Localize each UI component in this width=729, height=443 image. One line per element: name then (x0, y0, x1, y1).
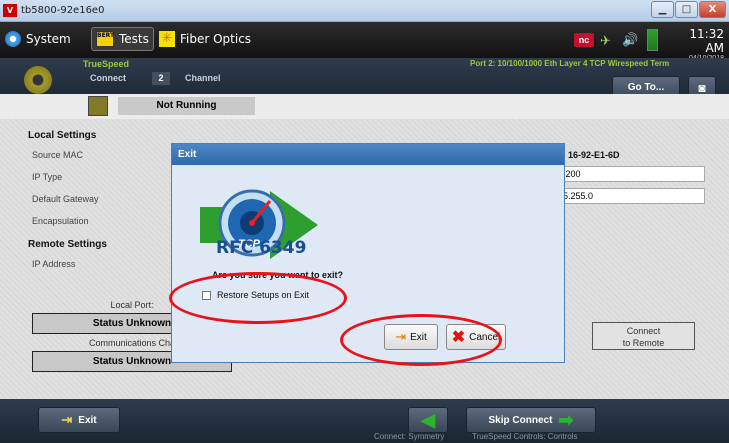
window-title-bar: V tb5800-92e16e0 ▁ □ X (0, 0, 729, 22)
connect-to-remote-line2: to Remote (622, 338, 665, 348)
connect-to-remote-button[interactable]: Connect to Remote (592, 322, 695, 350)
subnet-mask-field[interactable]: 55.255.0 (555, 188, 705, 204)
footer-controls-text: TrueSpeed Controls: Controls (472, 432, 578, 441)
ip-address-label: IP Address (32, 259, 76, 269)
status-bar: Not Running (0, 94, 729, 119)
speaker-icon[interactable]: 🔊 (622, 32, 638, 48)
port-info: Port 2: 10/100/1000 Eth Layer 4 TCP Wire… (470, 59, 670, 68)
tab-fiber-optics[interactable]: ✳ Fiber Optics (159, 27, 251, 51)
ip-address-field[interactable]: 0.200 (555, 166, 705, 182)
tab-tests-label: Tests (119, 32, 149, 46)
logo-caption: RFC 6349 (216, 238, 307, 258)
window-title: tb5800-92e16e0 (21, 5, 105, 16)
status-text: Not Running (118, 97, 255, 115)
left-arrow-icon: ◀ (421, 410, 435, 430)
battery-icon (647, 29, 658, 51)
nc-badge[interactable]: nc (574, 33, 594, 47)
source-mac-value: 16-92-E1-6D (568, 150, 620, 160)
right-arrow-icon: ➡ (558, 410, 574, 430)
exit-door-icon: ⇥ (61, 412, 73, 427)
minimize-button[interactable]: ▁ (651, 1, 674, 18)
test-name: TrueSpeed (83, 59, 130, 69)
bert-icon: BERT (96, 31, 114, 47)
skip-connect-label: Skip Connect (488, 414, 553, 426)
tab-tests[interactable]: BERT Tests (91, 27, 154, 51)
app-icon: V (3, 4, 17, 17)
skip-connect-button[interactable]: Skip Connect ➡ (466, 407, 596, 433)
clock-time: 11:32 AM (689, 27, 724, 55)
annotation-circle-checkbox (169, 272, 347, 324)
connect-label: Connect (90, 73, 126, 83)
tab-system-label: System (26, 32, 71, 46)
connect-to-remote-line1: Connect (626, 326, 661, 336)
test-gear-icon[interactable] (24, 66, 52, 94)
default-gateway-label: Default Gateway (32, 194, 99, 204)
dialog-title: Exit (172, 144, 564, 165)
network-icon[interactable]: ✈ (600, 33, 611, 49)
system-gear-icon (5, 31, 21, 47)
tab-system[interactable]: System (5, 27, 71, 51)
encapsulation-label: Encapsulation (32, 216, 89, 226)
channel-number: 2 (152, 72, 170, 85)
ip-type-label: IP Type (32, 172, 63, 182)
status-led (88, 96, 108, 116)
exit-button-label: Exit (78, 414, 97, 426)
clock: 11:32 AM 04/10/2018 (670, 27, 724, 62)
close-button[interactable]: X (699, 1, 726, 18)
source-mac-label: Source MAC (32, 150, 84, 160)
local-settings-heading: Local Settings (28, 130, 97, 141)
top-navigation-bar: System BERT Tests ✳ Fiber Optics (0, 22, 729, 58)
annotation-circle-exit (340, 314, 502, 366)
fiber-optics-icon: ✳ (159, 31, 175, 47)
remote-settings-heading: Remote Settings (28, 239, 107, 250)
maximize-button[interactable]: □ (675, 1, 698, 18)
exit-button[interactable]: ⇥ Exit (38, 407, 120, 433)
footer-connect-text: Connect: Symmetry (374, 432, 445, 441)
channel-label: Channel (185, 73, 221, 83)
back-arrow-button[interactable]: ◀ (408, 407, 448, 433)
tab-fiber-optics-label: Fiber Optics (180, 32, 252, 46)
